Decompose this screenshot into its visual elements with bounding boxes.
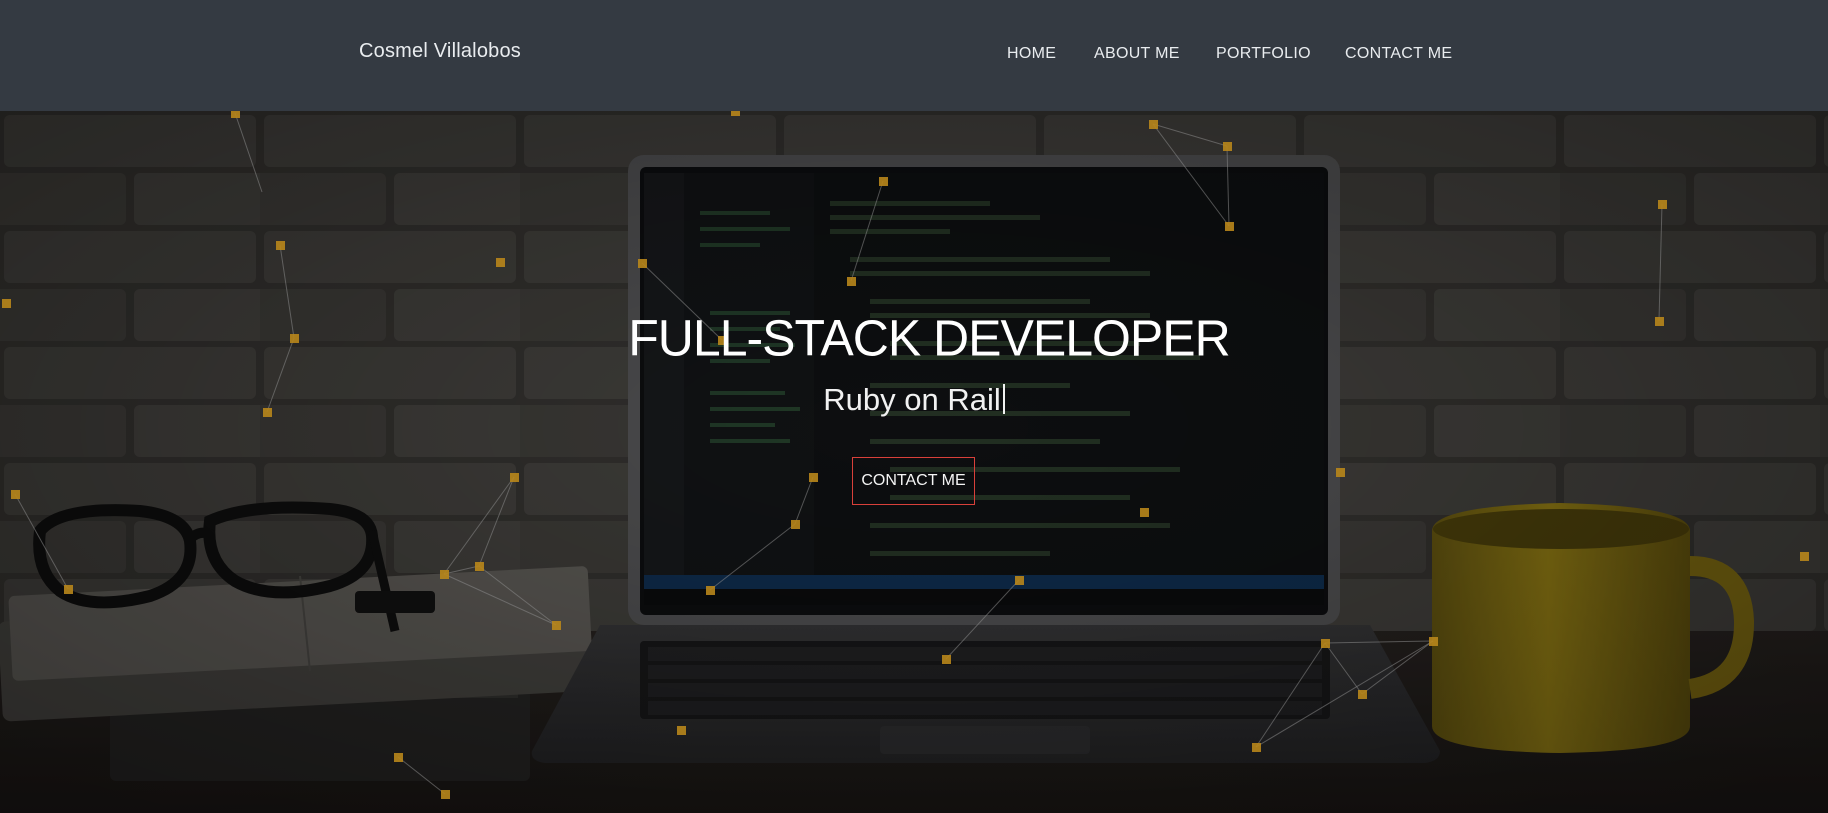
hero-section: FULL-STACK DEVELOPER Ruby on Rail CONTAC… — [0, 111, 1828, 813]
nav-link-portfolio[interactable]: PORTFOLIO — [1216, 45, 1311, 63]
hero-title: FULL-STACK DEVELOPER — [628, 309, 1230, 367]
contact-me-button[interactable]: CONTACT ME — [852, 457, 975, 505]
hero-subtitle-text: Ruby on Rail — [823, 382, 1001, 417]
nav-link-home[interactable]: HOME — [1007, 45, 1056, 63]
nav-link-contact-me[interactable]: CONTACT ME — [1345, 45, 1452, 63]
nav-links: HOME ABOUT ME PORTFOLIO CONTACT ME — [0, 45, 1828, 67]
hero-subtitle-typed: Ruby on Rail — [0, 382, 1828, 418]
navbar: Cosmel Villalobos HOME ABOUT ME PORTFOLI… — [0, 0, 1828, 111]
nav-link-about-me[interactable]: ABOUT ME — [1094, 45, 1180, 63]
typing-cursor — [1002, 384, 1005, 414]
page: Cosmel Villalobos HOME ABOUT ME PORTFOLI… — [0, 0, 1828, 813]
